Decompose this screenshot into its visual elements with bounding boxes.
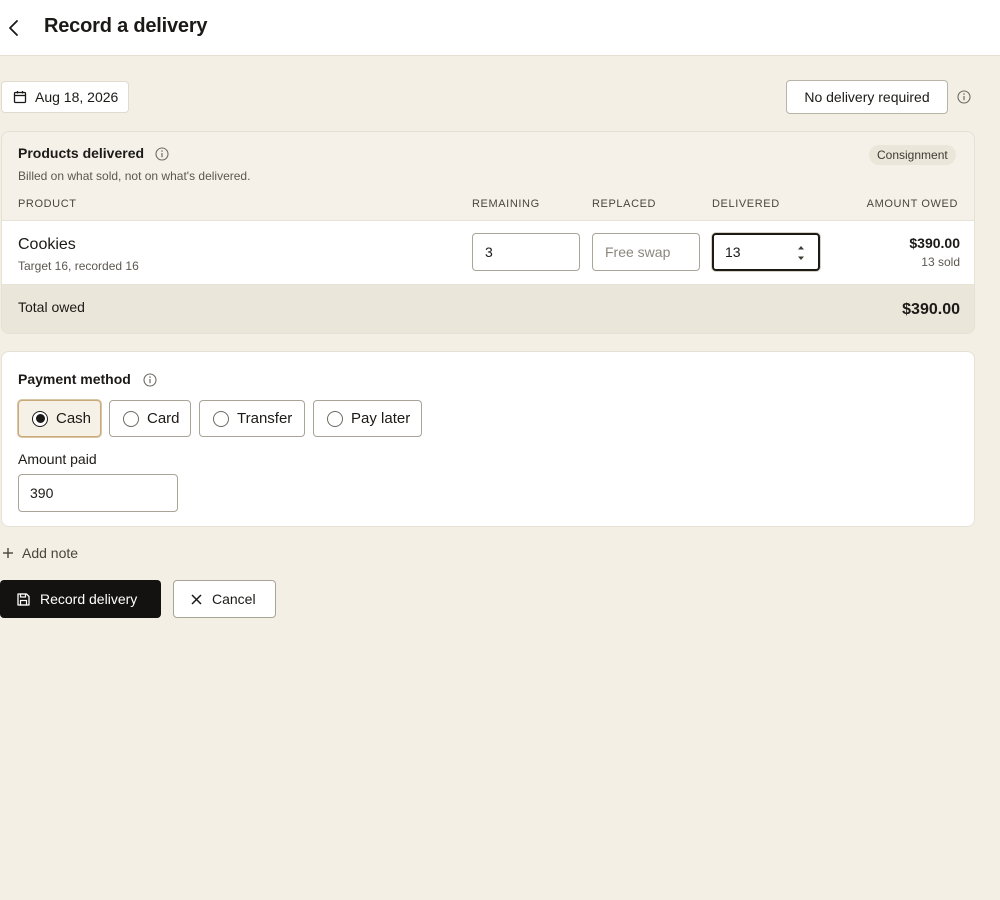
chevron-left-icon: [9, 20, 18, 36]
payment-option-label: Card: [147, 410, 180, 427]
page-title: Record a delivery: [44, 15, 208, 37]
amount-owed: $390.00: [909, 235, 960, 251]
radio-icon: [213, 410, 229, 427]
record-delivery-button[interactable]: Record delivery: [0, 580, 161, 618]
payment-option-transfer[interactable]: Transfer: [199, 400, 305, 437]
payment-option-card[interactable]: Card: [109, 400, 191, 437]
info-icon[interactable]: [957, 90, 971, 109]
caret-down-icon[interactable]: [796, 255, 806, 262]
consignment-badge: Consignment: [869, 145, 956, 165]
record-delivery-label: Record delivery: [40, 591, 138, 607]
amount-paid-label: Amount paid: [18, 451, 97, 467]
column-header-amount-owed: AMOUNT OWED: [866, 198, 958, 210]
close-icon: [191, 593, 202, 605]
date-label: Aug 18, 2026: [35, 89, 119, 105]
product-meta: Target 16, recorded 16: [18, 259, 139, 273]
products-delivered-card: Products delivered Billed on what sold, …: [1, 131, 975, 334]
radio-icon: [123, 410, 139, 427]
radio-icon: [327, 410, 343, 427]
payment-option-cash[interactable]: Cash: [18, 400, 101, 437]
add-note-button[interactable]: Add note: [2, 543, 78, 563]
amount-paid-input[interactable]: 390: [18, 474, 178, 512]
plus-icon: [3, 548, 13, 558]
back-button[interactable]: [2, 14, 26, 42]
column-header-delivered: DELIVERED: [712, 198, 780, 210]
column-header-remaining: REMAINING: [472, 198, 540, 210]
total-row: Total owed $390.00: [2, 285, 974, 333]
cancel-button[interactable]: Cancel: [173, 580, 276, 618]
payment-option-pay-later[interactable]: Pay later: [313, 400, 422, 437]
payment-option-label: Pay later: [351, 410, 411, 427]
radio-selected-icon: [32, 410, 48, 427]
product-name: Cookies: [18, 236, 76, 253]
info-icon[interactable]: [143, 373, 157, 392]
payment-option-label: Cash: [56, 410, 92, 427]
total-amount: $390.00: [902, 301, 960, 318]
no-delivery-required-button[interactable]: No delivery required: [786, 80, 948, 114]
payment-method-card: Payment method Cash Card Transfer Pay la…: [1, 351, 975, 527]
caret-up-icon[interactable]: [796, 244, 806, 251]
date-picker-button[interactable]: Aug 18, 2026: [1, 81, 129, 113]
delivered-input[interactable]: 13: [712, 233, 820, 271]
top-bar: Record a delivery: [0, 0, 1000, 56]
calendar-icon: [13, 91, 27, 104]
info-icon[interactable]: [155, 147, 169, 166]
cancel-label: Cancel: [212, 591, 256, 607]
remaining-input[interactable]: 3: [472, 233, 580, 271]
delivered-value: 13: [725, 244, 741, 260]
column-header-replaced: REPLACED: [592, 198, 657, 210]
payment-option-label: Transfer: [237, 410, 293, 427]
sold-count: 13 sold: [921, 255, 960, 269]
table-row: Cookies Target 16, recorded 16 3 Free sw…: [2, 220, 974, 285]
replaced-input[interactable]: Free swap: [592, 233, 700, 271]
column-header-product: PRODUCT: [18, 198, 77, 210]
save-icon: [17, 592, 30, 606]
payment-method-title: Payment method: [18, 371, 131, 387]
products-subtitle: Billed on what sold, not on what's deliv…: [18, 169, 251, 183]
add-note-label: Add note: [22, 545, 79, 561]
number-spinner[interactable]: [796, 244, 806, 262]
products-title: Products delivered: [18, 145, 145, 161]
total-label: Total owed: [18, 299, 85, 315]
